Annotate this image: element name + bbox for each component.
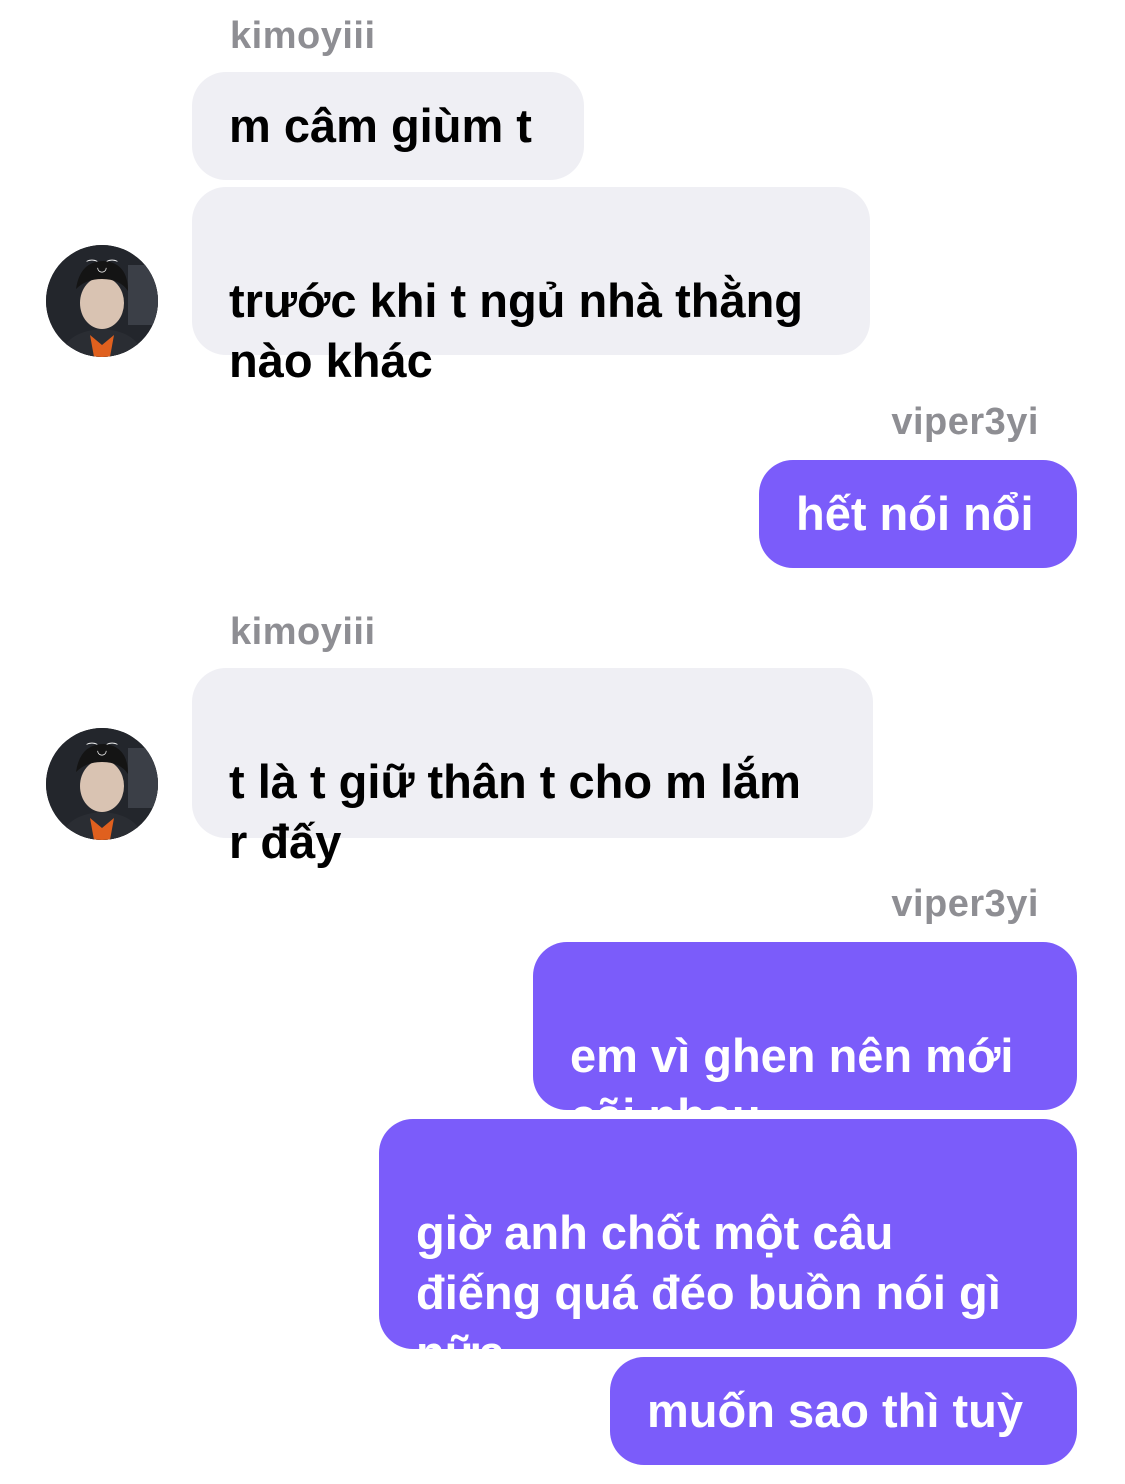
sender-name: viper3yi [891, 401, 1039, 443]
message-bubble[interactable]: em vì ghen nên mới cãi nhau [533, 942, 1077, 1142]
message-bubble[interactable]: m câm giùm t [192, 72, 584, 180]
svg-text:⁀◡⁀: ⁀◡⁀ [86, 742, 118, 757]
sender-name: viper3yi [891, 883, 1039, 925]
message-text: m câm giùm t [229, 99, 532, 152]
message-text: trước khi t ngủ nhà thằng nào khác [229, 274, 803, 387]
message-text: muốn sao thì tuỳ [647, 1384, 1023, 1437]
sender-avatar[interactable]: ⁀◡⁀ [46, 245, 158, 357]
sender-name: kimoyiii [230, 611, 376, 653]
sender-avatar[interactable]: ⁀◡⁀ [46, 728, 158, 840]
sender-name: kimoyiii [230, 15, 376, 57]
profile-photo-icon: ⁀◡⁀ [46, 245, 158, 357]
message-bubble[interactable]: trước khi t ngủ nhà thằng nào khác [192, 187, 870, 387]
profile-photo-icon: ⁀◡⁀ [46, 728, 158, 840]
message-text: giờ anh chốt một câu điếng quá đéo buồn … [416, 1206, 1001, 1379]
message-bubble[interactable]: giờ anh chốt một câu điếng quá đéo buồn … [379, 1119, 1077, 1379]
message-bubble[interactable]: hết nói nổi [759, 460, 1077, 568]
message-bubble[interactable]: muốn sao thì tuỳ [610, 1357, 1077, 1465]
message-text: t là t giữ thân t cho m lắm r đấy [229, 755, 801, 868]
svg-text:⁀◡⁀: ⁀◡⁀ [86, 259, 118, 274]
message-bubble[interactable]: t là t giữ thân t cho m lắm r đấy [192, 668, 873, 868]
message-text: hết nói nổi [796, 487, 1034, 540]
